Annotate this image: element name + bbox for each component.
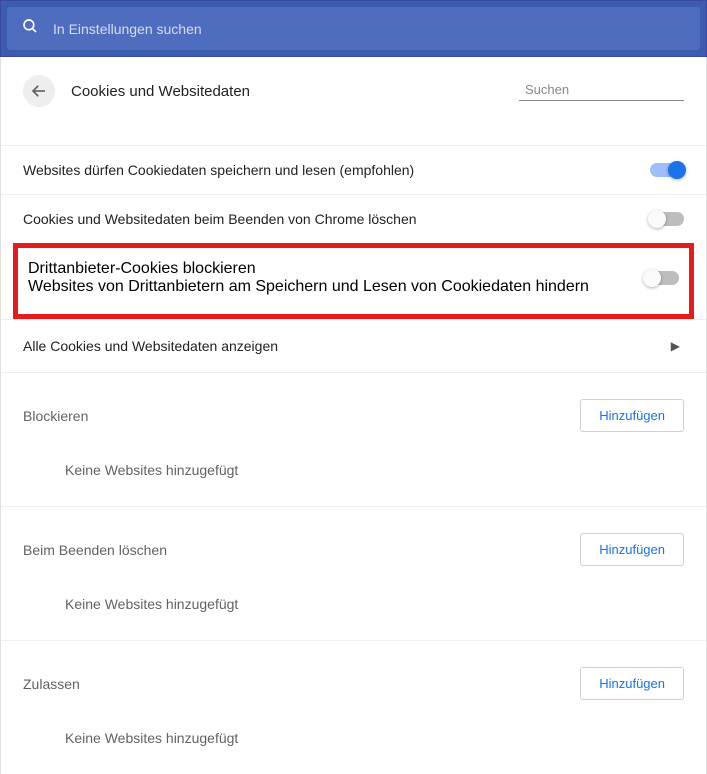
setting-clear-on-exit: Cookies und Websitedaten beim Beenden vo…	[1, 194, 706, 243]
arrow-left-icon	[30, 82, 48, 100]
toggle-clear-on-exit[interactable]	[650, 212, 684, 226]
empty-message: Keine Websites hinzugefügt	[23, 706, 684, 774]
page-title: Cookies und Websitedaten	[71, 83, 503, 100]
setting-label: Drittanbieter-Cookies blockieren	[28, 260, 589, 278]
page-header: Cookies und Websitedaten	[1, 57, 706, 117]
setting-label: Websites dürfen Cookiedaten speichern un…	[23, 162, 630, 178]
add-allow-button[interactable]: Hinzufügen	[580, 667, 684, 700]
section-title: Beim Beenden löschen	[23, 542, 167, 558]
top-search-bar	[0, 0, 707, 57]
content-panel: Cookies und Websitedaten Websites dürfen…	[0, 57, 707, 774]
section-block: Blockieren Hinzufügen Keine Websites hin…	[1, 372, 706, 506]
view-all-cookies-link[interactable]: Alle Cookies und Websitedaten anzeigen ▶	[1, 319, 706, 372]
local-search-container[interactable]	[519, 82, 684, 101]
toggle-block-third-party[interactable]	[645, 271, 679, 285]
empty-message: Keine Websites hinzugefügt	[23, 438, 684, 506]
back-button[interactable]	[23, 75, 55, 107]
local-search-input[interactable]	[525, 82, 701, 97]
setting-allow-cookies: Websites dürfen Cookiedaten speichern un…	[1, 145, 706, 194]
setting-label: Cookies und Websitedaten beim Beenden vo…	[23, 211, 630, 227]
setting-block-third-party-highlighted: Drittanbieter-Cookies blockieren Website…	[13, 243, 694, 319]
section-clear-on-exit: Beim Beenden löschen Hinzufügen Keine We…	[1, 506, 706, 640]
section-allow: Zulassen Hinzufügen Keine Websites hinzu…	[1, 640, 706, 774]
global-search-container[interactable]	[7, 7, 700, 50]
global-search-input[interactable]	[53, 21, 686, 37]
toggle-allow-cookies[interactable]	[650, 163, 684, 177]
chevron-right-icon: ▶	[671, 339, 680, 353]
search-icon	[21, 17, 39, 40]
add-block-button[interactable]: Hinzufügen	[580, 399, 684, 432]
add-clear-on-exit-button[interactable]: Hinzufügen	[580, 533, 684, 566]
section-title: Zulassen	[23, 676, 80, 692]
empty-message: Keine Websites hinzugefügt	[23, 572, 684, 640]
setting-description: Websites von Drittanbietern am Speichern…	[28, 278, 589, 296]
section-title: Blockieren	[23, 408, 88, 424]
link-label: Alle Cookies und Websitedaten anzeigen	[23, 338, 278, 354]
